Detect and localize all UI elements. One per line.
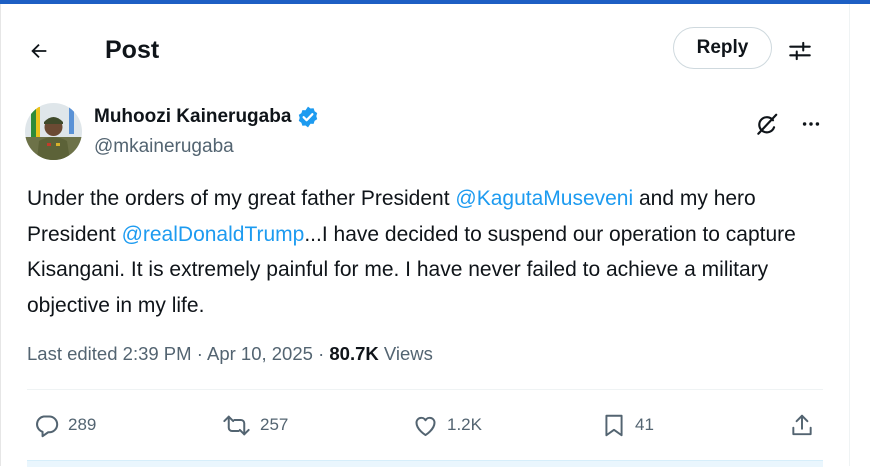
post-meta: Last edited 2:39 PM · Apr 10, 2025 · 80.… (27, 340, 433, 368)
mention-link[interactable]: @realDonaldTrump (122, 223, 305, 246)
share-action[interactable] (789, 406, 815, 444)
meta-separator: · (191, 343, 207, 364)
author-name-row[interactable]: Muhoozi Kainerugaba (94, 104, 320, 130)
post-date[interactable]: Apr 10, 2025 (207, 343, 313, 364)
views-count[interactable]: 80.7K (329, 343, 378, 364)
like-icon (415, 416, 436, 436)
author-handle[interactable]: @mkainerugaba (94, 134, 234, 160)
more-button[interactable] (795, 109, 827, 139)
meta-separator: · (312, 343, 330, 364)
repost-action[interactable]: 257 (221, 406, 288, 444)
share-icon (792, 414, 812, 435)
post-text: Under the orders of my great father Pres… (27, 181, 827, 323)
views-label: Views (383, 343, 433, 364)
edited-time[interactable]: Last edited 2:39 PM (27, 343, 192, 364)
grok-icon (757, 113, 778, 135)
reply-action[interactable]: 289 (33, 406, 96, 444)
grok-button[interactable] (752, 109, 782, 139)
post-text-segment: Under the orders of my great father Pres… (27, 187, 456, 210)
adjust-icon (789, 41, 811, 61)
mention-link[interactable]: @KagutaMuseveni (455, 187, 633, 210)
bookmark-icon (605, 414, 623, 436)
column-border-right (849, 4, 850, 466)
reply-button[interactable]: Reply (673, 27, 772, 69)
divider (27, 389, 823, 390)
reply-icon (36, 414, 59, 437)
back-button[interactable] (20, 32, 58, 70)
adjust-button[interactable] (781, 32, 819, 70)
bookmark-action[interactable]: 41 (601, 406, 654, 444)
verified-badge-icon[interactable] (296, 105, 320, 129)
browser-top-bar (0, 0, 870, 4)
like-count: 1.2K (447, 415, 482, 434)
repost-count: 257 (260, 415, 289, 434)
column-border-left (0, 4, 1, 466)
more-icon (802, 122, 820, 126)
avatar[interactable] (25, 103, 82, 160)
like-action[interactable]: 1.2K (412, 406, 482, 444)
bookmark-count: 41 (635, 415, 654, 434)
author-name[interactable]: Muhoozi Kainerugaba (94, 104, 291, 130)
reply-count: 289 (68, 415, 97, 434)
page-title: Post (105, 36, 160, 64)
repost-icon (223, 415, 250, 435)
back-arrow-icon (31, 43, 47, 59)
